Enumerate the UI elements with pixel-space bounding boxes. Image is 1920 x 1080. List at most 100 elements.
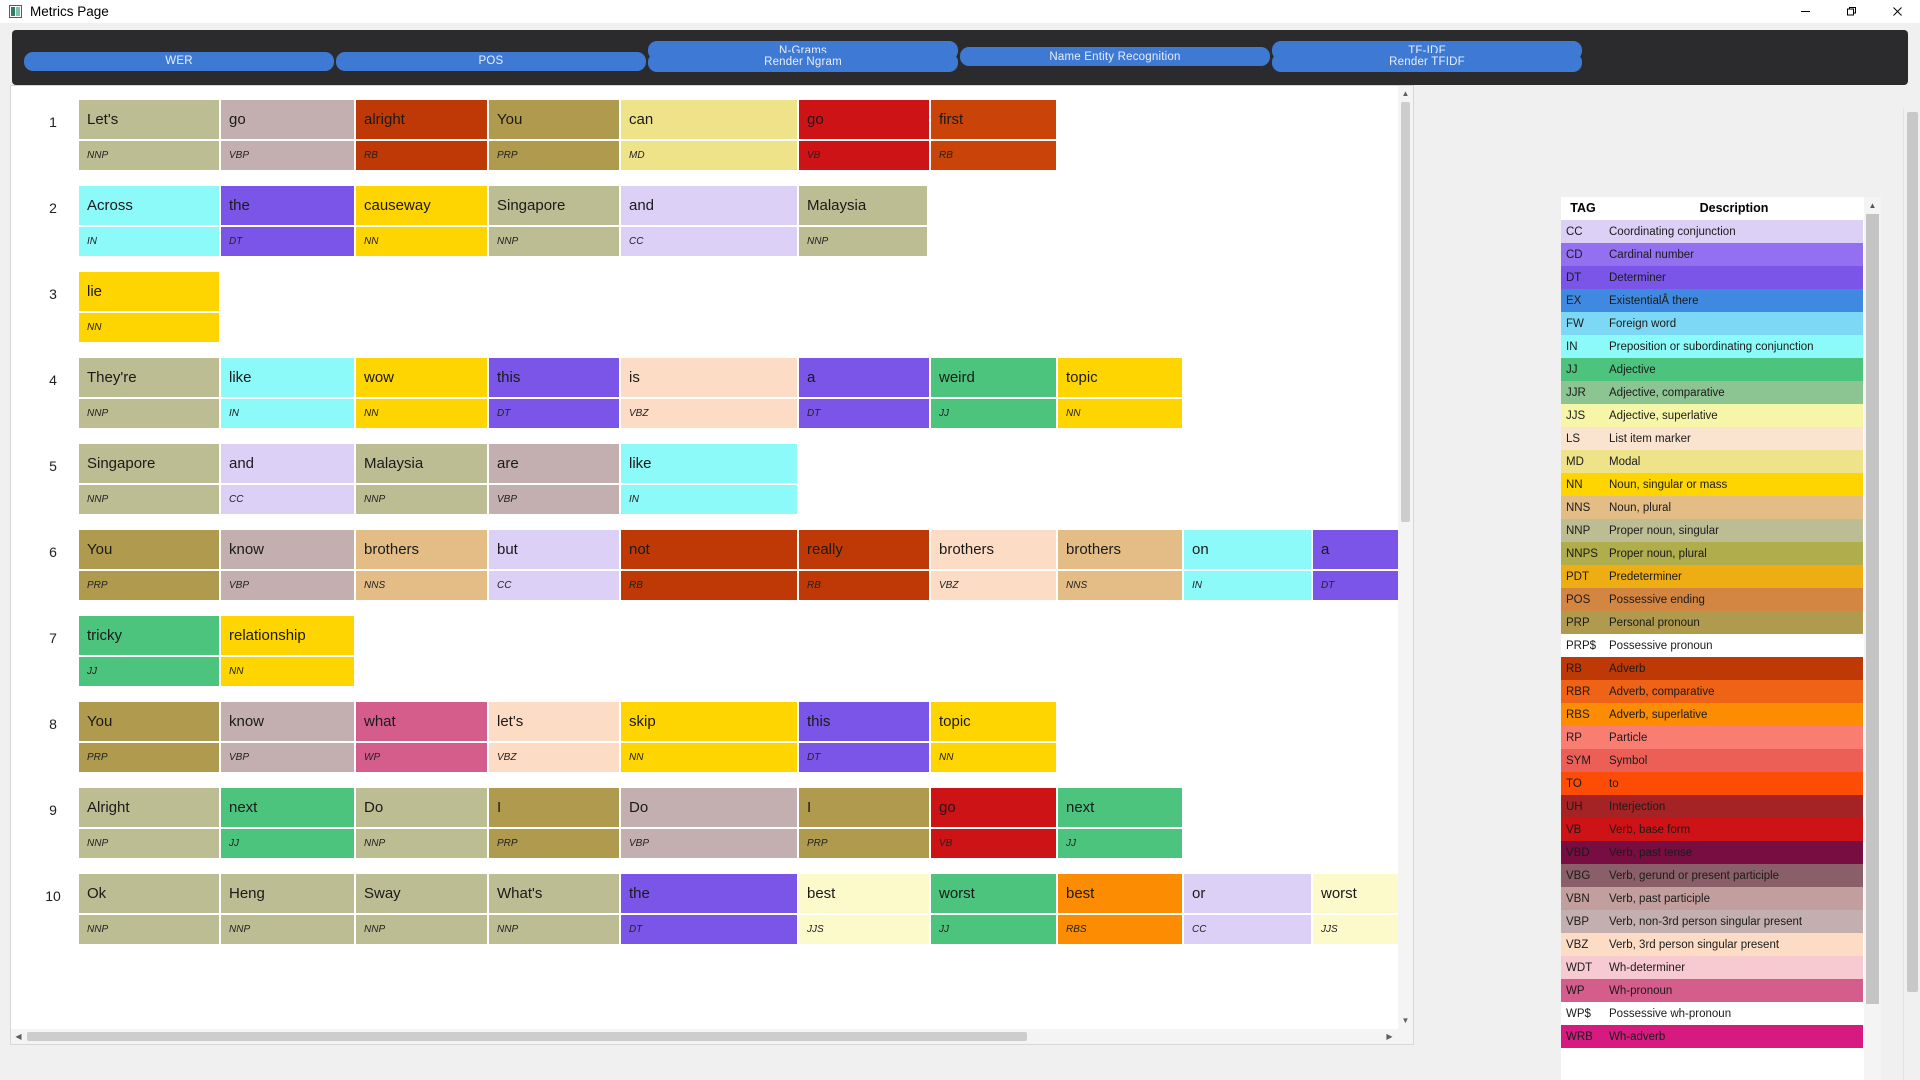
pos-sentences-list[interactable]: 1 Let's NNP go VBP alright RB You PRP can MD go VB fi… [11,86,1413,1044]
token-cell[interactable]: topic NN [1058,358,1182,428]
token-cell[interactable]: Singapore NNP [79,444,219,514]
pos-horizontal-scrollbar[interactable]: ◀ ▶ [11,1029,1413,1044]
legend-tag: PRP$ [1561,634,1605,657]
pos-tag-legend-scroll-area[interactable]: TAG Description CC Coordinating conjuncti… [1561,197,1863,1048]
window-controls [1782,0,1920,23]
token-cell[interactable]: Malaysia NNP [799,186,927,256]
token-cell[interactable]: first RB [931,100,1056,170]
legend-vertical-scroll-thumb[interactable] [1866,214,1879,1004]
token-cell[interactable]: You PRP [79,530,219,600]
token-cell[interactable]: go VB [799,100,929,170]
pos-vertical-scroll-thumb[interactable] [1401,102,1410,522]
legend-scroll-up-arrow[interactable]: ▲ [1864,197,1881,214]
token-cell[interactable]: what WP [356,702,487,772]
token-cell[interactable]: Do NNP [356,788,487,858]
token-cell[interactable]: brothers NNS [1058,530,1182,600]
token-cell[interactable]: not RB [621,530,797,600]
legend-row: IN Preposition or subordinating conjuncti… [1561,335,1863,358]
token-pos-tag: IN [1184,571,1311,600]
token-list: You PRP know VBP what WP let's VBZ skip NN this DT t… [79,702,1058,772]
token-cell[interactable]: this DT [489,358,619,428]
token-pos-tag: NNP [489,915,619,944]
token-word: topic [931,702,1056,741]
token-pos-tag: IN [621,485,797,514]
pos-vertical-scrollbar[interactable]: ▲ ▼ [1398,86,1413,1044]
token-word: first [931,100,1056,139]
token-cell[interactable]: Alright NNP [79,788,219,858]
token-cell[interactable]: the DT [621,874,797,944]
token-cell[interactable]: know VBP [221,702,354,772]
token-cell[interactable]: lie NN [79,272,219,342]
token-cell[interactable]: topic NN [931,702,1056,772]
legend-description: Adjective, superlative [1605,404,1863,427]
pos-scroll-up-arrow[interactable]: ▲ [1398,86,1413,101]
token-cell[interactable]: know VBP [221,530,354,600]
toolbar-button-render-tfidf[interactable]: Render TFIDF [1272,52,1582,72]
token-cell[interactable]: like IN [621,444,797,514]
toolbar-button-pos[interactable]: POS [336,51,646,71]
token-cell[interactable]: are VBP [489,444,619,514]
token-cell[interactable]: causeway NN [356,186,487,256]
token-cell[interactable]: Heng NNP [221,874,354,944]
toolbar-button-ner[interactable]: Name Entity Recognition [960,47,1270,66]
token-cell[interactable]: go VB [931,788,1056,858]
token-word: tricky [79,616,219,655]
token-cell[interactable]: What's NNP [489,874,619,944]
toolbar-button-render-ngram[interactable]: Render Ngram [648,52,958,72]
pos-scroll-right-arrow[interactable]: ▶ [1382,1029,1397,1044]
token-cell[interactable]: Across IN [79,186,219,256]
token-cell[interactable]: next JJ [1058,788,1182,858]
token-cell[interactable]: Sway NNP [356,874,487,944]
pos-scroll-down-arrow[interactable]: ▼ [1398,1013,1413,1028]
token-cell[interactable]: is VBZ [621,358,797,428]
token-cell[interactable]: this DT [799,702,929,772]
token-cell[interactable]: skip NN [621,702,797,772]
token-cell[interactable]: next JJ [221,788,354,858]
token-cell[interactable]: and CC [221,444,354,514]
token-cell[interactable]: best JJS [799,874,929,944]
token-cell[interactable]: worst JJ [931,874,1056,944]
token-cell[interactable]: brothers NNS [356,530,487,600]
token-cell[interactable]: You PRP [489,100,619,170]
token-cell[interactable]: tricky JJ [79,616,219,686]
token-cell[interactable]: relationship NN [221,616,354,686]
token-cell[interactable]: really RB [799,530,929,600]
token-cell[interactable]: but CC [489,530,619,600]
token-cell[interactable]: on IN [1184,530,1311,600]
token-cell[interactable]: Let's NNP [79,100,219,170]
window-vertical-scroll-thumb[interactable] [1907,112,1918,992]
token-cell[interactable]: go VBP [221,100,354,170]
minimize-button[interactable] [1782,0,1828,23]
token-cell[interactable]: Singapore NNP [489,186,619,256]
legend-description: Possessive wh-pronoun [1605,1002,1863,1025]
token-cell[interactable]: can MD [621,100,797,170]
window-vertical-scrollbar[interactable] [1903,108,1920,1080]
token-cell[interactable]: brothers VBZ [931,530,1056,600]
token-cell[interactable]: alright RB [356,100,487,170]
token-cell[interactable]: the DT [221,186,354,256]
token-cell[interactable]: a DT [799,358,929,428]
token-cell[interactable]: wow NN [356,358,487,428]
token-cell[interactable]: I PRP [489,788,619,858]
pos-horizontal-scroll-thumb[interactable] [27,1032,1027,1041]
legend-vertical-scrollbar[interactable]: ▲ ▼ [1864,197,1881,1080]
token-cell[interactable]: weird JJ [931,358,1056,428]
close-button[interactable] [1874,0,1920,23]
token-cell[interactable]: They're NNP [79,358,219,428]
token-word: wow [356,358,487,397]
token-cell[interactable]: or CC [1184,874,1311,944]
token-cell[interactable]: Do VBP [621,788,797,858]
token-cell[interactable]: best RBS [1058,874,1182,944]
token-cell[interactable]: let's VBZ [489,702,619,772]
toolbar-button-wer[interactable]: WER [24,51,334,71]
token-pos-tag: RB [621,571,797,600]
token-cell[interactable]: and CC [621,186,797,256]
maximize-button[interactable] [1828,0,1874,23]
token-cell[interactable]: I PRP [799,788,929,858]
token-cell[interactable]: Malaysia NNP [356,444,487,514]
token-cell[interactable]: You PRP [79,702,219,772]
pos-scroll-left-arrow[interactable]: ◀ [11,1029,26,1044]
legend-description: Verb, gerund or present participle [1605,864,1863,887]
token-cell[interactable]: like IN [221,358,354,428]
token-cell[interactable]: Ok NNP [79,874,219,944]
